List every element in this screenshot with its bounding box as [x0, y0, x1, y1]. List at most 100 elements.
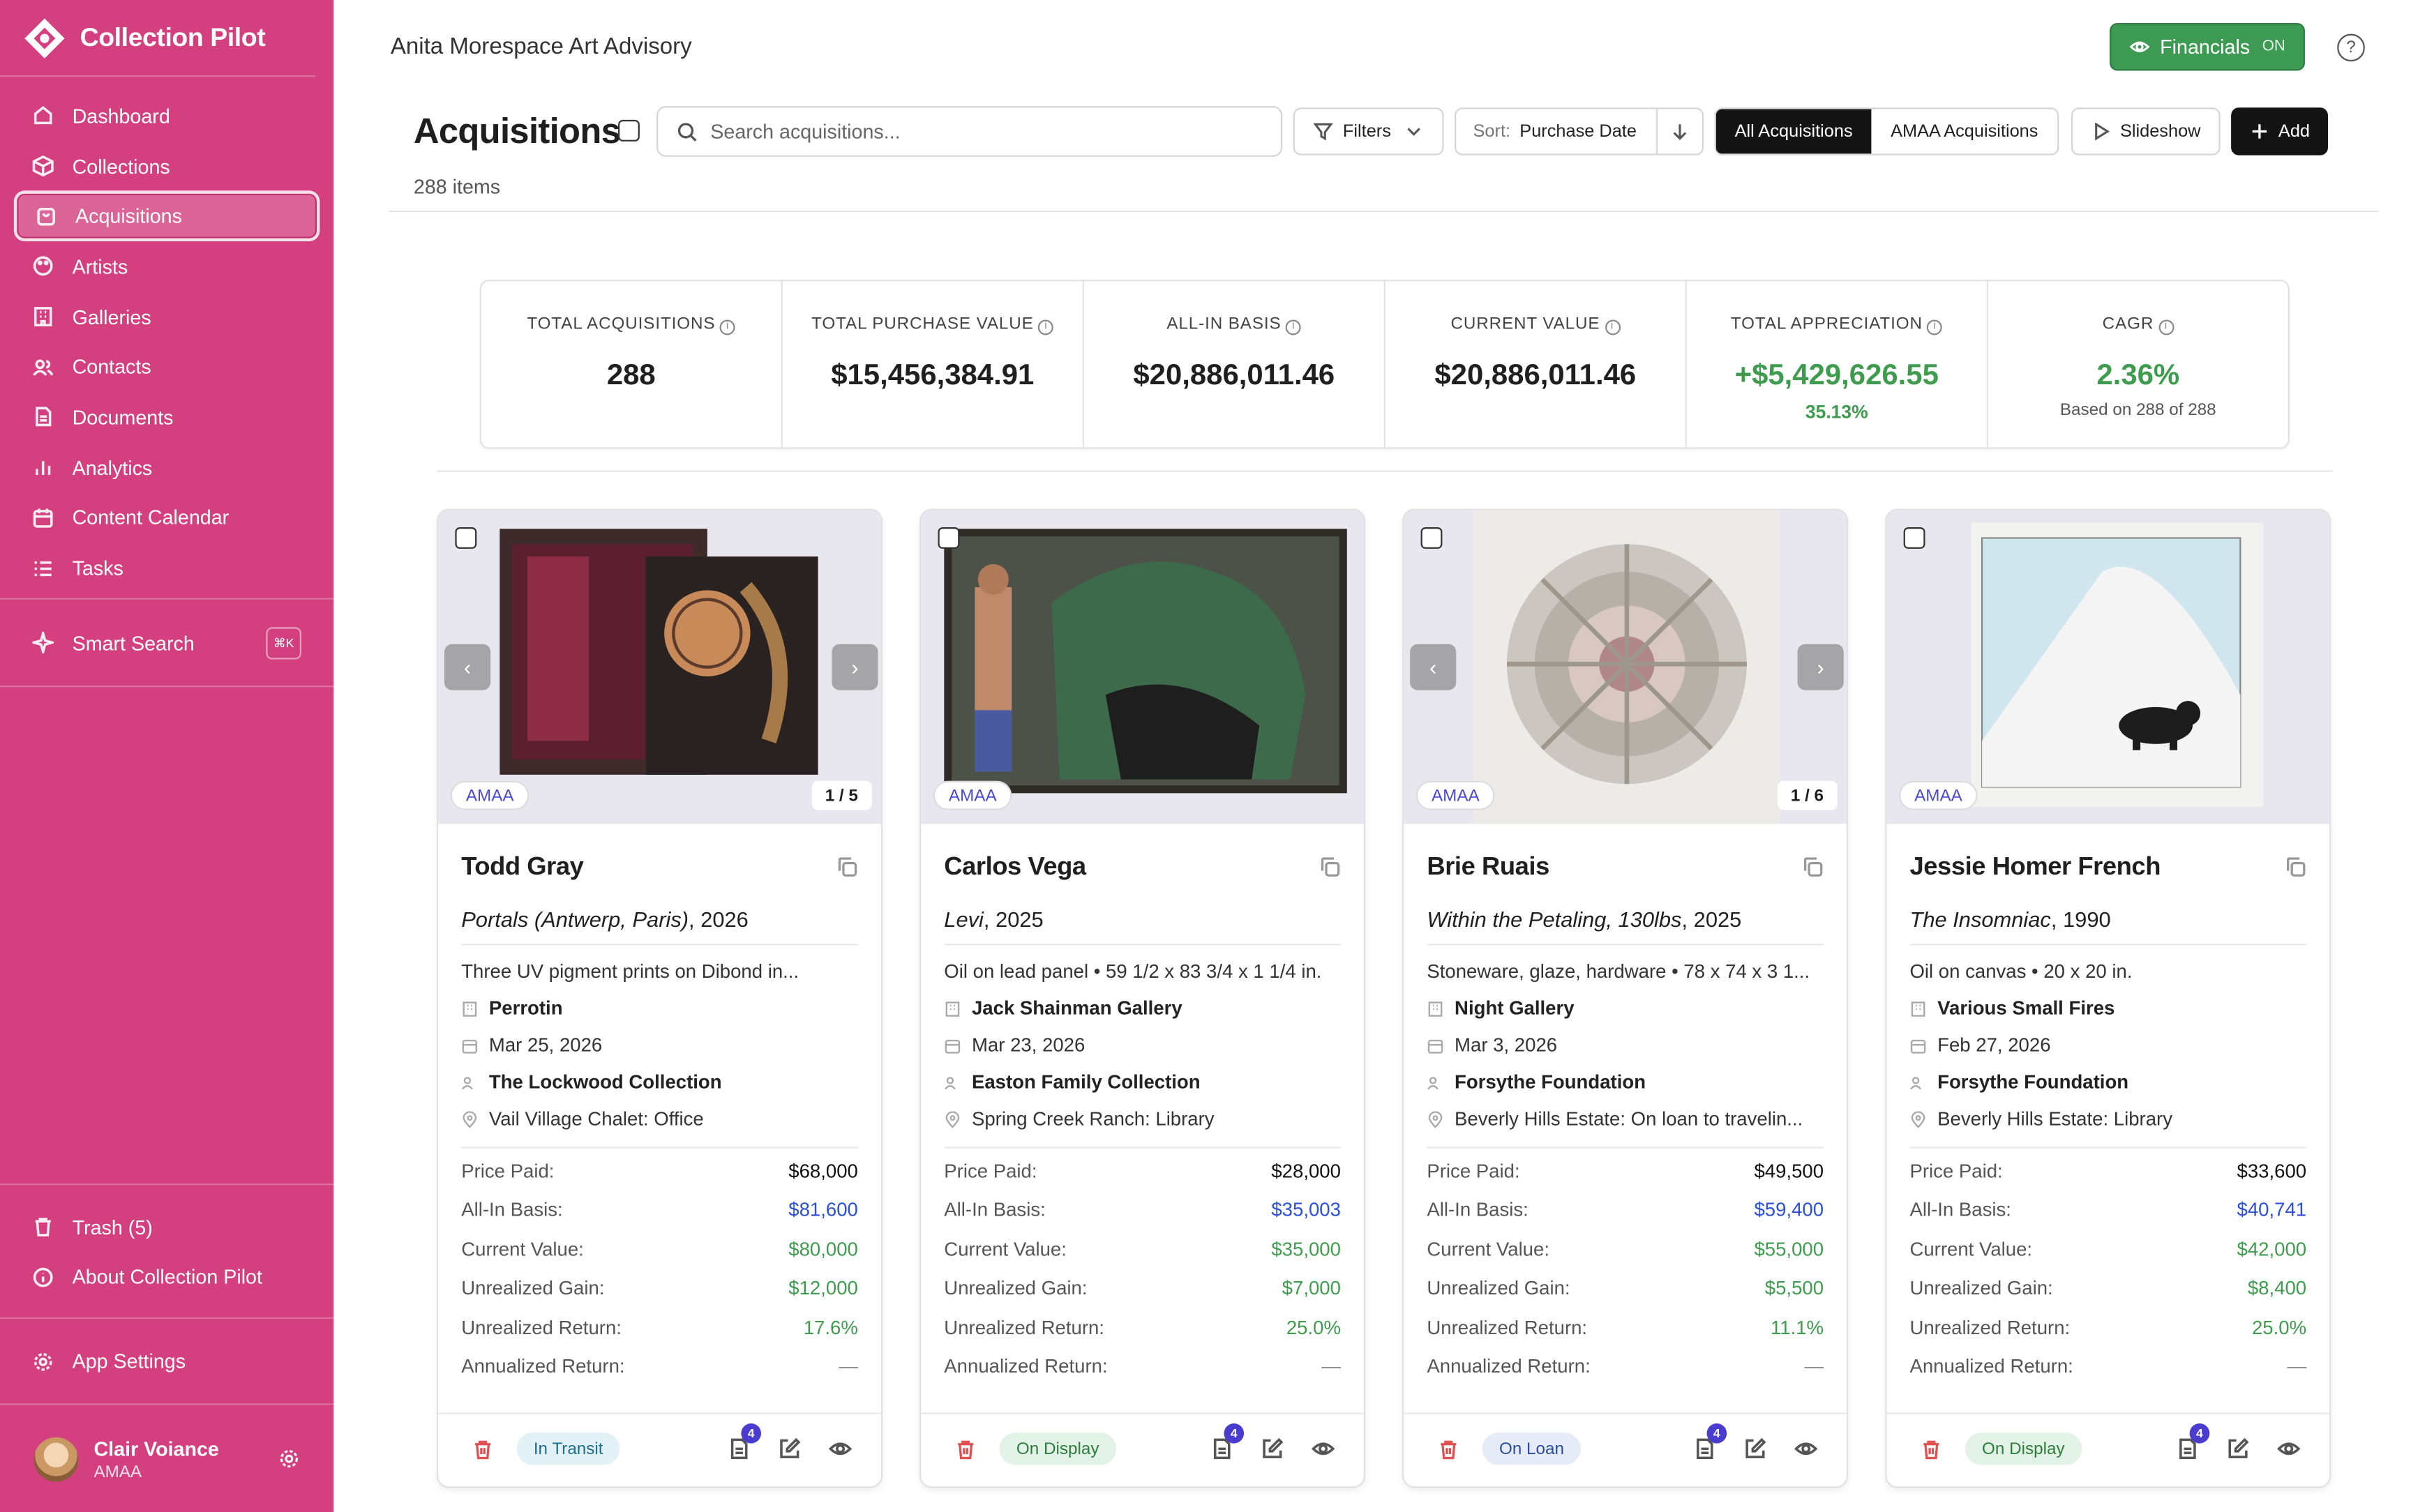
edit-button[interactable] — [2227, 1437, 2250, 1460]
sidebar-item-tasks[interactable]: Tasks — [14, 543, 320, 593]
edit-button[interactable] — [1743, 1437, 1766, 1460]
all-in-basis-value[interactable]: $81,600 — [788, 1200, 858, 1221]
copy-icon[interactable] — [836, 856, 858, 878]
brand[interactable]: Collection Pilot — [0, 0, 315, 77]
gear-icon[interactable] — [278, 1448, 300, 1469]
sidebar-item-trash[interactable]: Trash (5) — [14, 1202, 320, 1252]
artwork-image[interactable]: AMAA — [1886, 510, 2330, 824]
help-icon[interactable]: ? — [2337, 33, 2365, 62]
sidebar-item-about[interactable]: About Collection Pilot — [14, 1252, 320, 1302]
copy-icon[interactable] — [2285, 856, 2306, 878]
view-button[interactable] — [1311, 1437, 1335, 1460]
trash-icon[interactable] — [472, 1439, 494, 1460]
acquisition-card[interactable]: AMAA 1 / 6 ‹ › Brie Ruais Within the Peta… — [1402, 508, 1849, 1488]
tab-amaa-acquisitions[interactable]: AMAA Acquisitions — [1872, 109, 2057, 153]
collection-name[interactable]: Forsythe Foundation — [1455, 1071, 1646, 1093]
view-button[interactable] — [828, 1437, 853, 1460]
prev-image-button[interactable]: ‹ — [444, 644, 491, 690]
gallery-name[interactable]: Night Gallery — [1455, 997, 1574, 1019]
select-all-checkbox[interactable] — [618, 119, 640, 142]
acquisition-card[interactable]: AMAA Carlos Vega Levi, 2025 Oil on lead … — [919, 508, 1366, 1488]
collection-name[interactable]: Easton Family Collection — [972, 1071, 1201, 1093]
sidebar-item-contacts[interactable]: Contacts — [14, 342, 320, 392]
avatar — [33, 1436, 79, 1481]
gallery-row: Night Gallery — [1427, 997, 1824, 1019]
next-image-button[interactable]: › — [832, 644, 878, 690]
trash-icon[interactable] — [1438, 1439, 1459, 1460]
sidebar-divider — [0, 685, 334, 687]
trash-icon[interactable] — [955, 1439, 977, 1460]
artist-name[interactable]: Carlos Vega — [944, 853, 1341, 882]
sort-direction-button[interactable] — [1655, 109, 1702, 154]
acquisition-card[interactable]: AMAA 1 / 5 ‹ › Todd Gray Portals (Antwerp… — [436, 508, 883, 1488]
sidebar-item-acquisitions[interactable]: Acquisitions — [13, 191, 320, 242]
sort-dropdown[interactable]: Sort: Purchase Date — [1455, 107, 1704, 156]
artist-name[interactable]: Brie Ruais — [1427, 853, 1824, 882]
acquisition-card[interactable]: AMAA Jessie Homer French The Insomniac, … — [1885, 508, 2331, 1488]
copy-icon[interactable] — [1802, 856, 1824, 878]
gallery-name[interactable]: Perrotin — [489, 997, 563, 1019]
card-footer: On Display 4 — [1886, 1412, 2330, 1487]
info-icon[interactable]: i — [1286, 319, 1302, 335]
artist-name[interactable]: Todd Gray — [461, 853, 858, 882]
sidebar-item-content-calendar[interactable]: Content Calendar — [14, 492, 320, 543]
eye-icon — [2129, 41, 2149, 52]
sidebar-item-settings[interactable]: App Settings — [14, 1336, 320, 1386]
smart-search-button[interactable]: Smart Search ⌘K — [14, 612, 320, 674]
add-button[interactable]: Add — [2231, 107, 2328, 156]
documents-button[interactable]: 4 — [1210, 1423, 1245, 1460]
documents-button[interactable]: 4 — [1693, 1423, 1727, 1460]
info-icon[interactable]: i — [2158, 319, 2174, 335]
info-icon[interactable]: i — [1605, 319, 1621, 335]
next-image-button[interactable]: › — [1797, 644, 1844, 690]
sidebar-item-galleries[interactable]: Galleries — [14, 292, 320, 342]
card-checkbox[interactable] — [455, 527, 477, 549]
documents-button[interactable]: 4 — [2176, 1423, 2210, 1460]
info-icon[interactable]: i — [1927, 319, 1943, 335]
card-checkbox[interactable] — [1420, 527, 1443, 549]
gallery-name[interactable]: Jack Shainman Gallery — [972, 997, 1182, 1019]
collection-name[interactable]: The Lockwood Collection — [489, 1071, 722, 1093]
pin-icon — [1911, 1110, 1925, 1128]
sidebar-item-dashboard[interactable]: Dashboard — [14, 91, 320, 141]
search-input[interactable]: Search acquisitions... — [656, 106, 1283, 157]
collection-name[interactable]: Forsythe Foundation — [1937, 1071, 2128, 1093]
prev-image-button[interactable]: ‹ — [1410, 644, 1457, 690]
gallery-name[interactable]: Various Small Fires — [1937, 997, 2115, 1019]
view-button[interactable] — [1794, 1437, 1818, 1460]
artwork-image[interactable]: AMAA 1 / 6 ‹ › — [1404, 510, 1847, 824]
artwork-image[interactable]: AMAA — [921, 510, 1365, 824]
edit-button[interactable] — [1261, 1437, 1284, 1460]
info-icon[interactable]: i — [720, 319, 736, 335]
all-in-basis-value[interactable]: $40,741 — [2237, 1200, 2307, 1221]
edit-icon — [1745, 1437, 1766, 1458]
financials-state: ON — [2262, 38, 2285, 56]
card-checkbox[interactable] — [938, 527, 960, 549]
sidebar-item-artists[interactable]: Artists — [14, 241, 320, 292]
current-value-value: $42,000 — [2237, 1238, 2307, 1260]
trash-icon[interactable] — [1921, 1439, 1942, 1460]
unrealized-gain-value: $8,400 — [2247, 1278, 2307, 1299]
copy-icon[interactable] — [1319, 856, 1341, 878]
calendar-icon — [1427, 1038, 1443, 1053]
all-in-basis-value[interactable]: $59,400 — [1754, 1200, 1824, 1221]
artwork-image[interactable]: AMAA 1 / 5 ‹ › — [438, 510, 881, 824]
artist-name[interactable]: Jessie Homer French — [1909, 853, 2306, 882]
top-header: Anita Morespace Art Advisory Financials … — [333, 0, 2411, 96]
sidebar-item-collections[interactable]: Collections — [14, 141, 320, 191]
user-profile[interactable]: Clair Voiance AMAA — [0, 1405, 333, 1512]
unrealized-gain-value: $7,000 — [1282, 1278, 1341, 1299]
card-checkbox[interactable] — [1903, 527, 1925, 549]
view-button[interactable] — [2277, 1437, 2301, 1460]
edit-button[interactable] — [778, 1437, 801, 1460]
sidebar-item-documents[interactable]: Documents — [14, 392, 320, 442]
all-in-basis-value[interactable]: $35,003 — [1271, 1200, 1341, 1221]
tab-all-acquisitions[interactable]: All Acquisitions — [1715, 109, 1872, 154]
slideshow-button[interactable]: Slideshow — [2071, 107, 2221, 156]
filters-button[interactable]: Filters — [1293, 107, 1444, 156]
info-icon[interactable]: i — [1038, 319, 1054, 335]
trash-icon — [35, 1218, 51, 1237]
sidebar-item-analytics[interactable]: Analytics — [14, 442, 320, 492]
documents-button[interactable]: 4 — [728, 1423, 762, 1460]
financials-toggle[interactable]: Financials ON — [2109, 23, 2305, 71]
